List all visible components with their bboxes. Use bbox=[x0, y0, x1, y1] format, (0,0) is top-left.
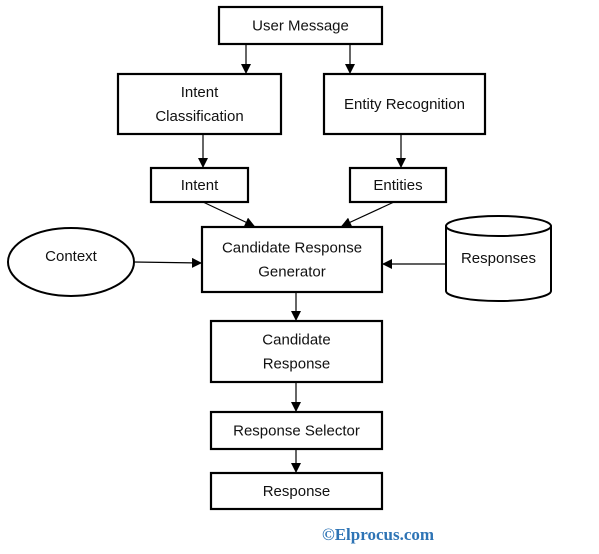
candidate-response-generator-label: Candidate Response bbox=[222, 240, 362, 257]
entities-label: Entities bbox=[373, 177, 422, 194]
node-candidate-response-generator: Candidate Response Generator bbox=[200, 225, 384, 294]
candidate-response-label: Candidate bbox=[262, 332, 330, 349]
nodes-layer: User Message Intent Classification Entity R… bbox=[7, 5, 552, 511]
intent-label: Intent bbox=[181, 177, 219, 194]
node-context: Context bbox=[7, 227, 135, 297]
responses-label: Responses bbox=[461, 250, 536, 267]
intent-classification-label: Classification bbox=[155, 108, 243, 125]
node-candidate-response: Candidate Response bbox=[209, 319, 384, 384]
response-label: Response bbox=[263, 483, 331, 500]
intent-classification-label: Intent bbox=[181, 84, 219, 101]
node-responses: Responses bbox=[445, 215, 552, 302]
arrow-intent-to-candidate-response-generator bbox=[202, 201, 255, 227]
intent-classification-box bbox=[116, 72, 283, 136]
node-intent-classification: Intent Classification bbox=[116, 72, 283, 136]
responses-cylinder-top bbox=[445, 215, 552, 237]
entity-recognition-label: Entity Recognition bbox=[344, 96, 465, 113]
candidate-response-box bbox=[209, 319, 384, 384]
candidate-response-generator-label: Generator bbox=[258, 264, 326, 281]
candidate-response-label: Response bbox=[263, 356, 331, 373]
diagram-canvas: User Message Intent Classification Entity R… bbox=[0, 0, 599, 554]
watermark-text: ©Elprocus.com bbox=[322, 525, 434, 544]
node-entity-recognition: Entity Recognition bbox=[322, 72, 487, 136]
candidate-response-generator-box bbox=[200, 225, 384, 294]
arrow-context-to-candidate-response-generator bbox=[133, 257, 202, 268]
response-selector-label: Response Selector bbox=[233, 423, 360, 440]
arrow-entities-to-candidate-response-generator bbox=[341, 201, 395, 227]
node-response-selector: Response Selector bbox=[209, 410, 384, 451]
node-intent: Intent bbox=[149, 166, 250, 204]
node-response: Response bbox=[209, 471, 384, 511]
node-entities: Entities bbox=[348, 166, 448, 204]
node-user-message: User Message bbox=[217, 5, 384, 46]
flowchart: User Message Intent Classification Entity R… bbox=[7, 5, 552, 544]
user-message-label: User Message bbox=[252, 18, 349, 35]
context-label: Context bbox=[45, 248, 98, 265]
